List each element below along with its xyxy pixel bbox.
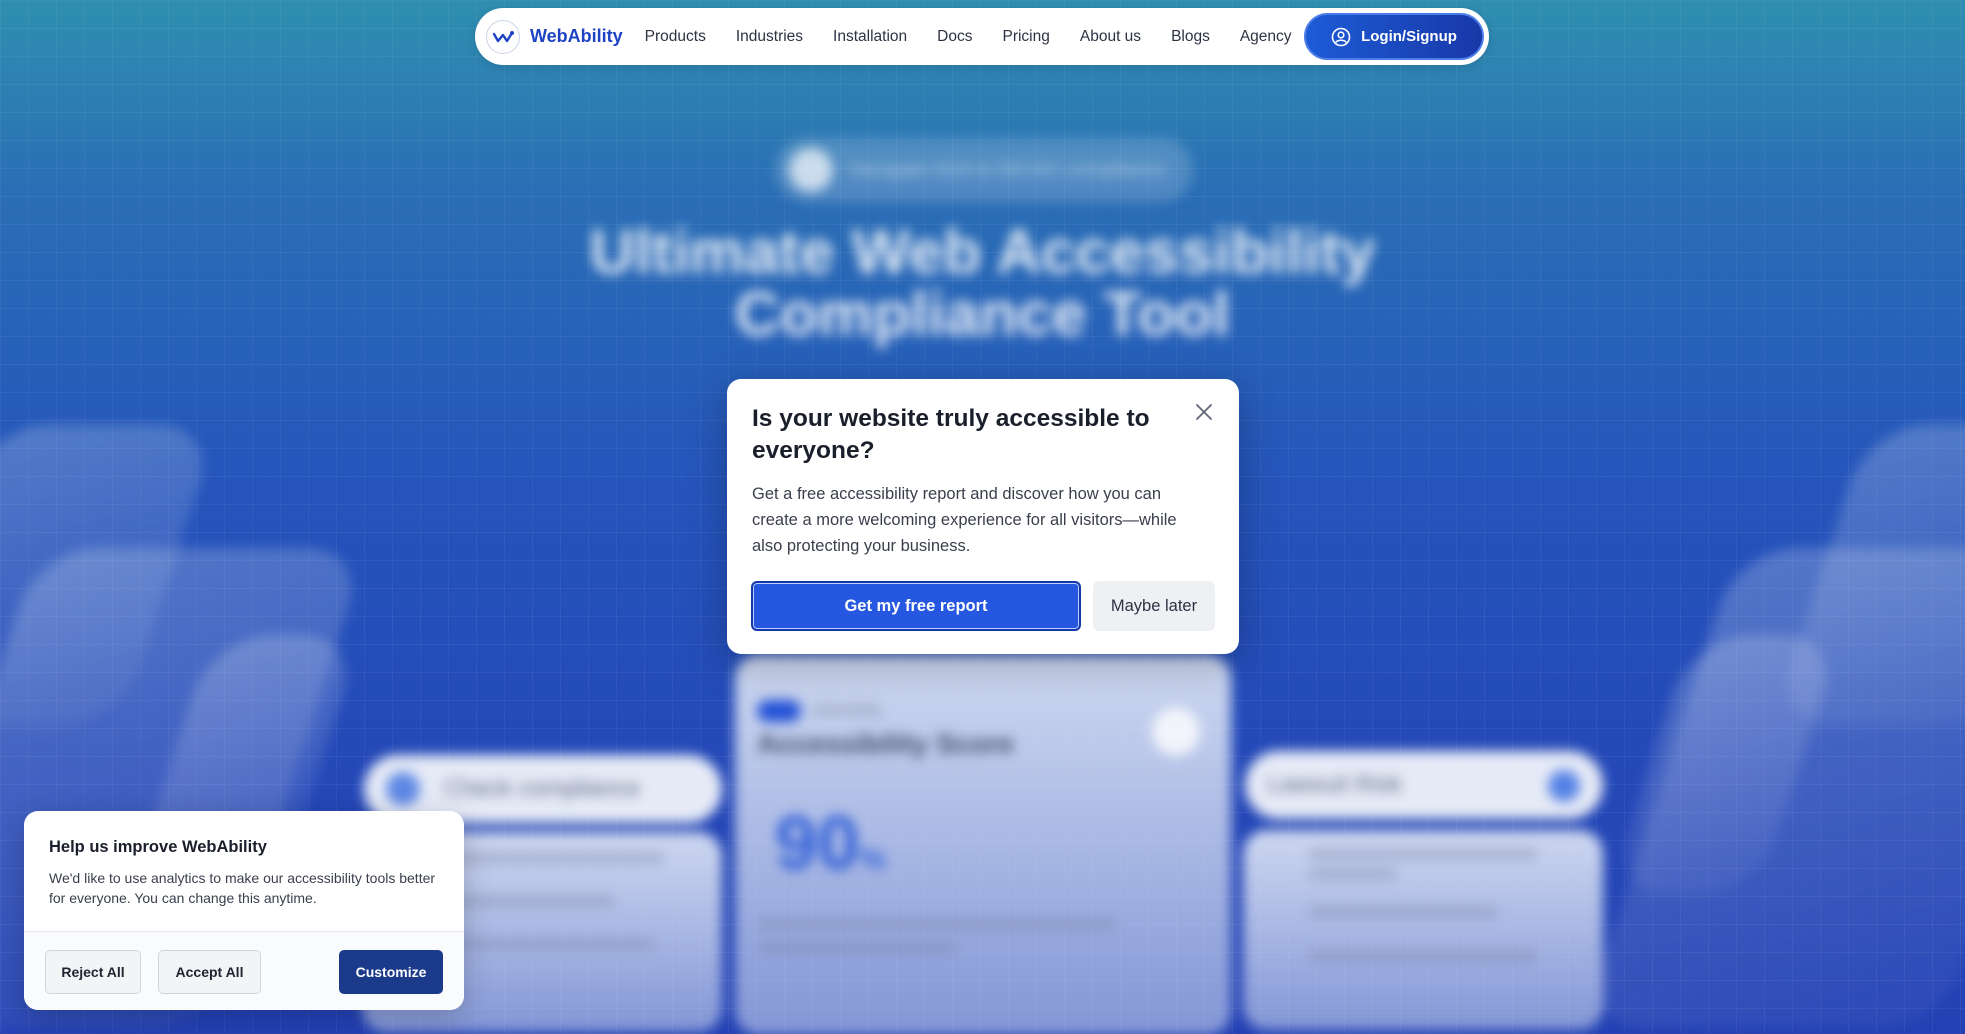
webability-logo-icon[interactable]: [486, 19, 520, 54]
nav-item-about-us[interactable]: About us: [1080, 28, 1141, 46]
reject-all-button[interactable]: Reject All: [45, 950, 141, 994]
maybe-later-button[interactable]: Maybe later: [1093, 581, 1215, 631]
left-card-line-3: [455, 938, 655, 950]
brand-name[interactable]: WebAbility: [530, 26, 623, 47]
toggle-indicator: [757, 700, 801, 722]
nav-item-pricing[interactable]: Pricing: [1002, 28, 1049, 46]
right-card-line-3: [1308, 906, 1498, 918]
left-card-line-1: [455, 852, 665, 864]
right-card-line-1: [1308, 848, 1538, 860]
center-card-line-2: [757, 942, 957, 954]
nav-item-docs[interactable]: Docs: [937, 28, 972, 46]
right-card: [1243, 830, 1603, 1030]
customize-button[interactable]: Customize: [339, 950, 443, 994]
logo-wave-icon: [492, 30, 514, 42]
nav-item-products[interactable]: Products: [645, 28, 706, 46]
right-card-line-2: [1308, 868, 1398, 880]
nav-item-agency[interactable]: Agency: [1240, 28, 1292, 46]
center-card-line-1: [757, 918, 1117, 930]
cookie-actions: Reject All Accept All Customize: [24, 931, 464, 1010]
hero-badge: Navigate ADA & WCAG compliance: [775, 138, 1193, 202]
login-signup-label: Login/Signup: [1361, 28, 1457, 45]
center-card-brand: WebAbility: [812, 702, 883, 719]
accessibility-score-value: 90%: [775, 800, 886, 887]
modal-description: Get a free accessibility report and disc…: [752, 485, 1177, 555]
modal-title: Is your website truly accessible to ever…: [752, 405, 1150, 464]
check-badge-icon: [789, 148, 833, 192]
center-card-check-icon: [1152, 708, 1200, 756]
hero-title-line-1: Ultimate Web Accessibility: [589, 218, 1376, 287]
left-card-line-2: [455, 895, 615, 907]
hero-title: Ultimate Web Accessibility Compliance To…: [0, 222, 1965, 346]
score-number: 90: [775, 801, 860, 886]
login-signup-button[interactable]: Login/Signup: [1304, 13, 1484, 60]
shield-icon: [1548, 770, 1580, 802]
close-icon[interactable]: [1191, 399, 1217, 425]
nav-item-industries[interactable]: Industries: [736, 28, 803, 46]
nav-item-blogs[interactable]: Blogs: [1171, 28, 1210, 46]
get-free-report-button[interactable]: Get my free report: [751, 581, 1081, 631]
modal-actions: Get my free report Maybe later: [751, 581, 1215, 631]
hero-badge-text: Navigate ADA & WCAG compliance: [849, 158, 1166, 181]
accessibility-score-title: Accessibility Score: [757, 728, 1014, 759]
score-unit: %: [859, 843, 887, 876]
right-card-pill-label: Lawsuit Risk: [1267, 771, 1402, 798]
cookie-title: Help us improve WebAbility: [49, 838, 267, 856]
cookie-consent-banner: Help us improve WebAbility We'd like to …: [24, 811, 464, 1010]
top-navigation: WebAbility Products Industries Installat…: [475, 8, 1489, 65]
accessibility-report-modal: Is your website truly accessible to ever…: [727, 379, 1239, 654]
nav-item-installation[interactable]: Installation: [833, 28, 907, 46]
left-card-pill-label: Check compliance: [444, 775, 641, 802]
right-card-line-4: [1308, 950, 1538, 962]
cookie-description: We'd like to use analytics to make our a…: [49, 870, 436, 906]
accept-all-button[interactable]: Accept All: [158, 950, 261, 994]
hero-title-line-2: Compliance Tool: [735, 280, 1230, 349]
check-icon: [386, 772, 420, 806]
user-circle-icon: [1331, 27, 1351, 46]
